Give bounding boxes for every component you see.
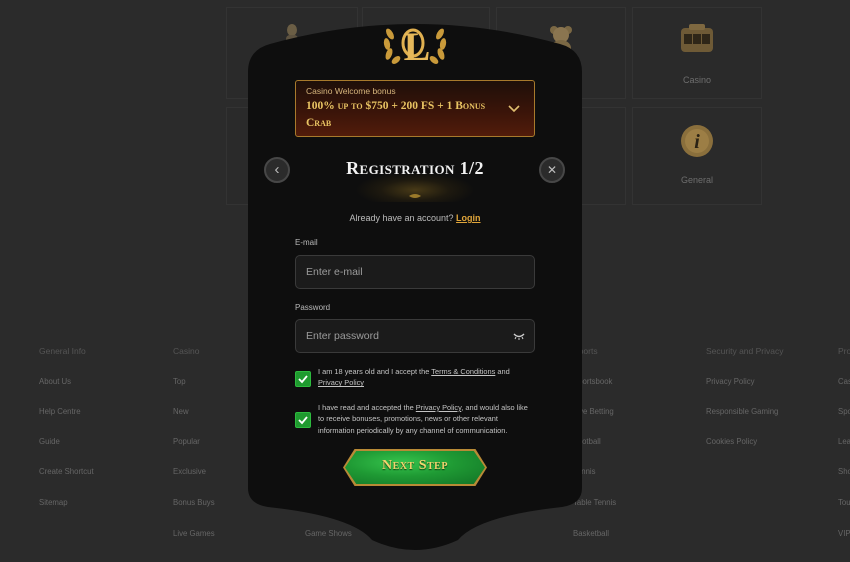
email-label: E-mail: [295, 238, 318, 247]
close-button[interactable]: ✕: [539, 157, 565, 183]
next-step-label: Next Step: [382, 458, 448, 473]
marketing-consent-text: I have read and accepted the Privacy Pol…: [318, 402, 536, 436]
privacy-policy-link[interactable]: Privacy Policy: [416, 403, 461, 412]
consent-text: I have read and accepted the: [318, 403, 416, 412]
terms-checkbox[interactable]: [295, 371, 311, 387]
ornament-icon: [409, 194, 421, 198]
terms-link[interactable]: Terms & Conditions: [431, 367, 495, 376]
email-input[interactable]: [306, 256, 506, 288]
marketing-checkbox[interactable]: [295, 412, 311, 428]
have-account-text: Already have an account?: [349, 213, 454, 223]
eye-closed-icon[interactable]: [513, 333, 525, 340]
password-label: Password: [295, 303, 331, 312]
terms-consent-text: I am 18 years old and I accept the Terms…: [318, 366, 536, 389]
svg-text:L: L: [404, 24, 431, 64]
password-field-wrapper: [295, 319, 535, 353]
consent-text: and: [495, 367, 510, 376]
email-field-wrapper: [295, 255, 535, 289]
chevron-down-icon: [508, 105, 520, 113]
modal-title: Registration 1/2: [346, 158, 484, 178]
back-button[interactable]: ‹: [264, 157, 290, 183]
bonus-value: 100% up to $750 + 200 FS + 1 Bonus Crab: [306, 100, 486, 129]
laurel-logo-icon: L: [383, 24, 447, 64]
checkmark-icon: [298, 416, 308, 425]
password-input[interactable]: [306, 320, 506, 352]
chevron-left-icon: ‹: [274, 161, 280, 178]
privacy-policy-link[interactable]: Privacy Policy: [318, 378, 364, 387]
consent-text: I am 18 years old and I accept the: [318, 367, 432, 376]
login-prompt: Already have an account? Login: [300, 213, 530, 223]
bonus-label: Casino Welcome bonus: [306, 86, 396, 96]
checkmark-icon: [298, 375, 308, 384]
close-icon: ✕: [546, 163, 558, 177]
login-link[interactable]: Login: [456, 213, 481, 223]
next-step-button[interactable]: Next Step: [343, 449, 487, 486]
bonus-selector[interactable]: Casino Welcome bonus 100% up to $750 + 2…: [295, 80, 535, 137]
